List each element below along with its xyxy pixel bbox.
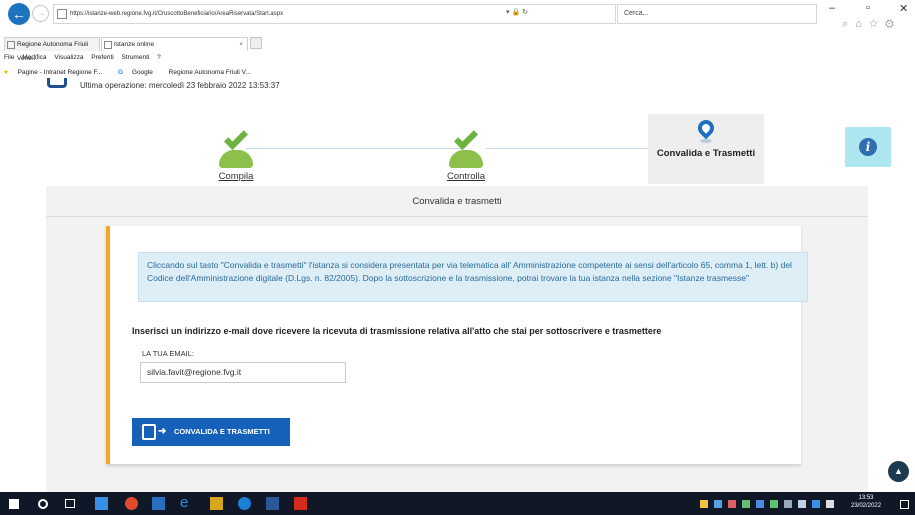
info-icon: i — [859, 138, 877, 156]
search-icon[interactable] — [38, 499, 48, 509]
divider — [46, 216, 868, 217]
minimize-icon[interactable]: – — [829, 2, 835, 14]
info-notice: Cliccando sul tasto "Convalida e trasmet… — [138, 252, 808, 302]
volume-icon[interactable] — [826, 500, 834, 508]
favorite-intranet[interactable]: Pagine - Intranet Regione F... — [18, 69, 110, 76]
restore-icon[interactable]: ▫ — [866, 2, 870, 14]
skype-icon[interactable] — [238, 497, 251, 510]
clock-time: 13:53 — [858, 495, 874, 501]
app-icon[interactable] — [210, 497, 223, 510]
menu-bar: File Modifica Visualizza Preferiti Strum… — [0, 52, 915, 64]
document-icon — [142, 424, 156, 440]
back-arrow-icon[interactable]: ← — [8, 3, 30, 25]
windows-start-icon[interactable] — [9, 499, 19, 509]
step-convalida-trasmetti: Convalida e Trasmetti — [648, 114, 764, 184]
step-controlla[interactable]: Controlla — [426, 125, 506, 182]
tray-icon[interactable] — [756, 500, 764, 508]
email-field[interactable]: silvia.favit@regione.fvg.it — [140, 362, 346, 383]
browser-toolbar: ← → https://istanze-web.regione.fvg.it/C… — [0, 0, 915, 35]
scroll-to-top-button[interactable]: ▲ — [888, 461, 909, 482]
close-window-icon[interactable]: ✕ — [899, 2, 908, 15]
chrome-icon[interactable] — [125, 497, 138, 510]
notifications-icon[interactable] — [900, 500, 909, 509]
menu-file[interactable]: File — [4, 54, 14, 61]
panel-title: Convalida e trasmetti — [412, 196, 502, 207]
page-content: Ultima operazione: mercoledì 23 febbraio… — [0, 78, 915, 492]
favorites-star-icon[interactable]: ★ — [3, 69, 9, 76]
favorite-google[interactable]: G Google — [118, 69, 160, 76]
favorite-regione[interactable]: Regione Autonoma Friuli V... — [169, 69, 258, 76]
info-button[interactable]: i — [845, 127, 891, 167]
menu-visualizza[interactable]: Visualizza — [54, 54, 83, 61]
tray-icon[interactable] — [798, 500, 806, 508]
tab-favicon-icon — [104, 41, 112, 49]
google-icon: G — [118, 69, 124, 76]
arrow-right-icon: ➜ — [158, 426, 167, 437]
browser-search-input[interactable]: Cerca... — [617, 4, 817, 24]
site-favicon-icon — [57, 9, 67, 19]
address-tools[interactable]: ▾ 🔒 ↻ — [506, 4, 528, 22]
favorites-bar: ★ Pagine - Intranet Regione F... G Googl… — [0, 66, 915, 80]
location-pin-icon — [694, 116, 718, 143]
check-icon — [443, 125, 489, 168]
forward-arrow-icon[interactable]: → — [32, 5, 49, 22]
close-tab-icon[interactable]: × — [239, 38, 243, 52]
check-icon — [213, 125, 259, 168]
word-icon[interactable] — [266, 497, 279, 510]
tray-icon[interactable] — [728, 500, 736, 508]
tab-favicon-icon — [7, 41, 15, 49]
file-explorer-icon[interactable] — [95, 497, 108, 510]
windows-taskbar: e 13:53 23/02/2022 — [0, 492, 915, 515]
tray-icon[interactable] — [770, 500, 778, 508]
acrobat-icon[interactable] — [294, 497, 307, 510]
tray-icon[interactable] — [742, 500, 750, 508]
taskbar-clock[interactable]: 13:53 23/02/2022 — [851, 494, 881, 510]
submission-card: Cliccando sul tasto "Convalida e trasmet… — [106, 226, 808, 464]
tray-icon[interactable] — [700, 500, 708, 508]
menu-help[interactable]: ? — [157, 54, 161, 61]
app-icon[interactable] — [152, 497, 165, 510]
address-url: https://istanze-web.regione.fvg.it/Crusc… — [70, 11, 284, 17]
task-view-icon[interactable] — [65, 499, 75, 508]
browser-tools-icons[interactable]: ⌕ ⌂ ☆ ⚙ — [842, 18, 896, 31]
new-tab-button[interactable] — [250, 37, 262, 49]
tray-icon[interactable] — [714, 500, 722, 508]
clock-date: 23/02/2022 — [851, 503, 882, 509]
menu-modifica[interactable]: Modifica — [22, 54, 46, 61]
tray-icon[interactable] — [784, 500, 792, 508]
chevron-up-icon: ▲ — [894, 466, 903, 476]
email-label: LA TUA EMAIL: — [142, 349, 194, 358]
step-compila[interactable]: Compila — [196, 125, 276, 182]
menu-preferiti[interactable]: Preferiti — [91, 54, 113, 61]
email-instructions: Inserisci un indirizzo e-mail dove ricev… — [132, 326, 662, 336]
tray-icon[interactable] — [812, 500, 820, 508]
tab-strip: Regione Autonoma Friuli Vene... Istanze … — [0, 37, 915, 62]
tab-istanze-online[interactable]: Istanze online × — [101, 37, 248, 51]
convalida-trasmetti-button[interactable]: ➜ CONVALIDA E TRASMETTI — [132, 418, 290, 446]
menu-strumenti[interactable]: Strumenti — [122, 54, 150, 61]
convalida-panel: Convalida e trasmetti Cliccando sul tast… — [46, 186, 868, 492]
internet-explorer-icon[interactable]: e — [180, 494, 193, 511]
tab-regione[interactable]: Regione Autonoma Friuli Vene... — [4, 37, 100, 62]
address-bar[interactable]: https://istanze-web.regione.fvg.it/Crusc… — [53, 4, 616, 24]
